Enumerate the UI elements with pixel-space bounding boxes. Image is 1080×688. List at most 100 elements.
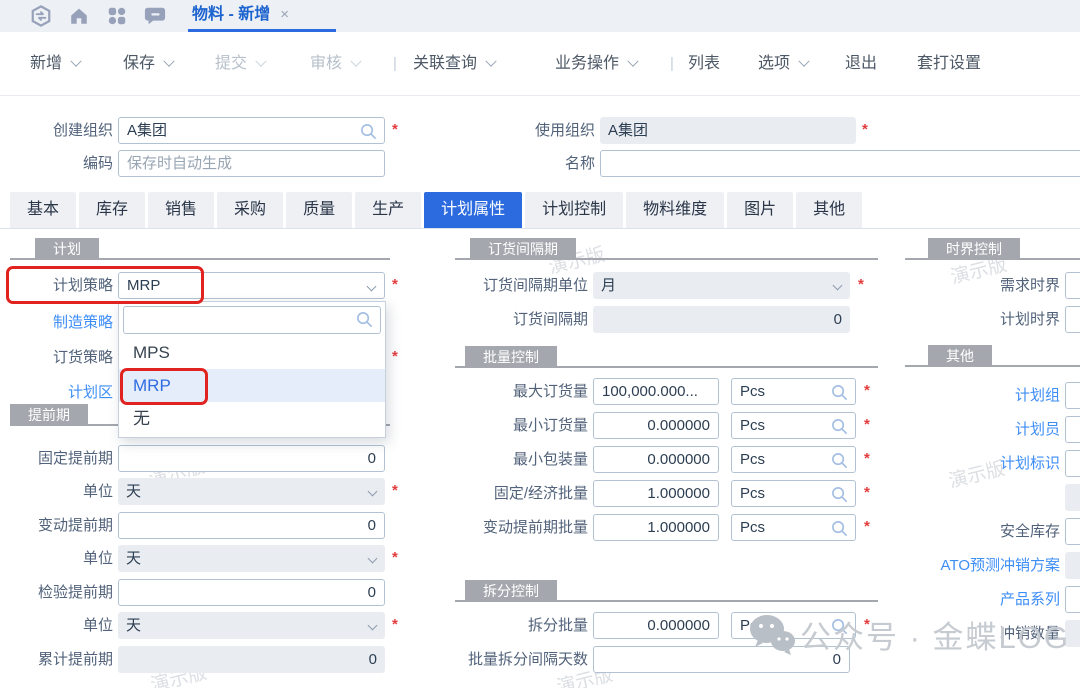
menu-audit[interactable]: 审核 <box>310 50 360 78</box>
top-bar: 物料 - 新增× <box>0 0 1080 32</box>
search-icon[interactable] <box>831 452 848 469</box>
tab-sales[interactable]: 销售 <box>148 192 214 228</box>
split-interval-days-label: 批量拆分间隔天数 <box>443 646 588 673</box>
max-order-qty-input[interactable]: 100,000.000... <box>593 378 719 405</box>
chevron-down-icon <box>798 56 809 67</box>
menu-print-settings[interactable]: 套打设置 <box>917 50 981 78</box>
fixed-economic-batch-label: 固定/经济批量 <box>443 480 588 507</box>
plan-flag-input[interactable] <box>1065 450 1080 477</box>
menu-related-query[interactable]: 关联查询 <box>413 50 495 78</box>
tab-plan-control[interactable]: 计划控制 <box>525 192 623 228</box>
dropdown-filter-input[interactable] <box>123 306 381 334</box>
plan-flag-label[interactable]: 计划标识 <box>900 450 1060 477</box>
search-icon[interactable] <box>831 418 848 435</box>
variable-leadtime-batch-input[interactable]: 1.000000 <box>593 514 719 541</box>
document-tab[interactable]: 物料 - 新增× <box>192 0 289 32</box>
fixed-unit-select[interactable]: 天 <box>118 478 385 505</box>
required-marker: * <box>864 382 876 399</box>
split-batch-unit[interactable]: Pcs <box>731 612 856 639</box>
required-marker: * <box>864 484 876 501</box>
search-icon[interactable] <box>831 618 848 635</box>
min-order-qty-unit[interactable]: Pcs <box>731 412 856 439</box>
interval-period-field: 0 <box>593 306 850 333</box>
code-input[interactable]: 保存时自动生成 <box>118 150 385 177</box>
chevron-down-icon <box>627 56 638 67</box>
close-icon[interactable]: × <box>280 6 289 23</box>
plan-strategy-select[interactable]: MRP <box>118 272 385 299</box>
max-order-qty-unit[interactable]: Pcs <box>731 378 856 405</box>
split-interval-days-input[interactable]: 0 <box>593 646 850 673</box>
planner-label[interactable]: 计划员 <box>900 416 1060 443</box>
ato-forecast-offset-label[interactable]: ATO预测冲销方案 <box>900 552 1060 579</box>
tab-production[interactable]: 生产 <box>355 192 421 228</box>
chevron-down-icon <box>163 56 174 67</box>
menu-exit[interactable]: 退出 <box>845 50 877 78</box>
required-marker: * <box>392 121 404 138</box>
apps-icon[interactable] <box>106 5 128 27</box>
menu-new[interactable]: 新增 <box>30 50 80 78</box>
tabstrip-divider <box>0 228 1080 229</box>
name-input[interactable] <box>600 150 1080 177</box>
fixed-economic-batch-input[interactable]: 1.000000 <box>593 480 719 507</box>
tab-material-dimension[interactable]: 物料维度 <box>626 192 724 228</box>
variable-leadtime-batch-unit[interactable]: Pcs <box>731 514 856 541</box>
variable-unit-select[interactable]: 天 <box>118 545 385 572</box>
inspect-leadtime-input[interactable]: 0 <box>118 579 385 606</box>
required-marker: * <box>864 416 876 433</box>
kingdee-logo-icon[interactable] <box>30 5 52 27</box>
search-icon[interactable] <box>831 520 848 537</box>
use-org-label: 使用组织 <box>480 117 595 144</box>
plan-fence-input[interactable] <box>1065 306 1080 333</box>
max-order-qty-label: 最大订货量 <box>443 378 588 405</box>
product-series-label[interactable]: 产品系列 <box>900 586 1060 613</box>
fence-section-header: 时界控制 <box>928 238 1020 260</box>
split-batch-input[interactable]: 0.000000 <box>593 612 719 639</box>
plan-section-header: 计划 <box>35 238 99 260</box>
tab-inventory[interactable]: 库存 <box>79 192 145 228</box>
search-icon[interactable] <box>831 486 848 503</box>
interval-unit-select[interactable]: 月 <box>593 272 850 299</box>
create-org-input[interactable]: A集团 <box>118 117 385 144</box>
menu-list[interactable]: 列表 <box>688 50 720 78</box>
tab-purchase[interactable]: 采购 <box>217 192 283 228</box>
fixed-leadtime-input[interactable]: 0 <box>118 445 385 472</box>
demand-fence-input[interactable] <box>1065 272 1080 299</box>
dropdown-option-mrp[interactable]: MRP <box>119 369 385 402</box>
min-package-qty-unit[interactable]: Pcs <box>731 446 856 473</box>
tab-quality[interactable]: 质量 <box>286 192 352 228</box>
min-package-qty-input[interactable]: 0.000000 <box>593 446 719 473</box>
min-order-qty-input[interactable]: 0.000000 <box>593 412 719 439</box>
plan-area-label[interactable]: 计划区 <box>0 379 113 406</box>
plan-strategy-dropdown: MPS MRP 无 <box>118 301 386 438</box>
tab-other[interactable]: 其他 <box>796 192 862 228</box>
inspect-unit-select[interactable]: 天 <box>118 612 385 639</box>
toolbar-menu: 新增 保存 提交 审核 | 关联查询 业务操作 | 列表 选项 退出 套打设置 <box>0 32 1080 96</box>
search-icon[interactable] <box>360 123 377 140</box>
search-icon[interactable] <box>831 384 848 401</box>
plan-group-label[interactable]: 计划组 <box>900 382 1060 409</box>
tab-picture[interactable]: 图片 <box>727 192 793 228</box>
safety-stock-input[interactable] <box>1065 518 1080 545</box>
message-icon[interactable] <box>144 5 166 27</box>
variable-leadtime-input[interactable]: 0 <box>118 512 385 539</box>
required-marker: * <box>392 616 404 633</box>
dropdown-option-none[interactable]: 无 <box>119 402 385 435</box>
dropdown-option-mps[interactable]: MPS <box>119 336 385 369</box>
planner-input[interactable] <box>1065 416 1080 443</box>
menu-business-ops[interactable]: 业务操作 <box>555 50 637 78</box>
variable-leadtime-batch-label: 变动提前期批量 <box>443 514 588 541</box>
menu-options[interactable]: 选项 <box>758 50 808 78</box>
plan-group-input[interactable] <box>1065 382 1080 409</box>
tab-basic[interactable]: 基本 <box>10 192 76 228</box>
chevron-down-icon <box>485 56 496 67</box>
chevron-down-icon <box>368 554 378 564</box>
menu-separator: | <box>670 50 674 78</box>
menu-save[interactable]: 保存 <box>123 50 173 78</box>
mfg-strategy-label[interactable]: 制造策略 <box>0 309 113 336</box>
menu-submit[interactable]: 提交 <box>215 50 265 78</box>
home-icon[interactable] <box>68 5 90 27</box>
tab-plan-attributes[interactable]: 计划属性 <box>424 192 522 228</box>
chevron-down-icon <box>368 621 378 631</box>
product-series-input[interactable] <box>1065 586 1080 613</box>
fixed-economic-batch-unit[interactable]: Pcs <box>731 480 856 507</box>
